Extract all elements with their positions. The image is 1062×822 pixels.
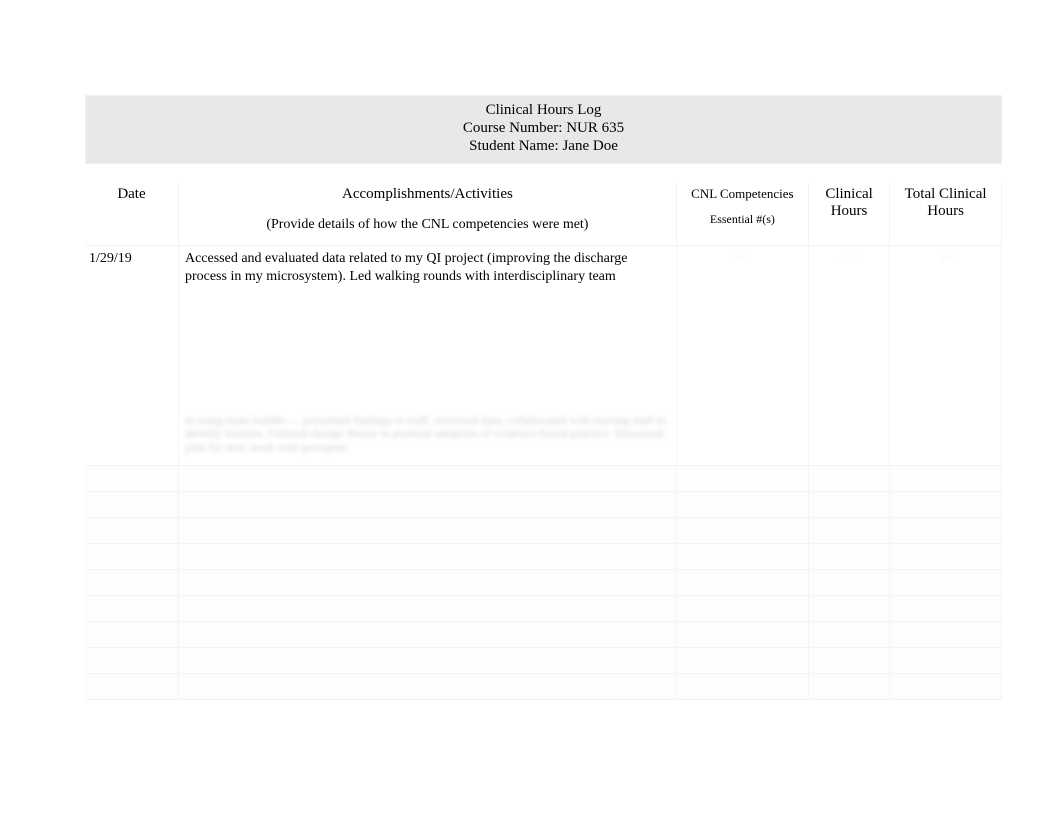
table-row-empty	[85, 570, 1002, 596]
col-header-cnl-sub: Essential #(s)	[683, 212, 802, 227]
cell-activities-blurred: in using team huddle — presented finding…	[185, 414, 670, 455]
col-header-activities-main: Accomplishments/Activities	[342, 186, 513, 202]
cell-clinical-hours: —	[808, 246, 889, 466]
cell-cnl: —	[676, 246, 808, 466]
cell-date: 1/29/19	[85, 246, 178, 466]
col-header-cnl: CNL Competencies Essential #(s)	[676, 182, 808, 246]
cell-activities: Accessed and evaluated data related to m…	[178, 246, 676, 466]
header-student: Student Name: Jane Doe	[86, 137, 1001, 155]
cell-activities-clear: Accessed and evaluated data related to m…	[185, 250, 670, 285]
table-row-empty	[85, 518, 1002, 544]
table-row-empty	[85, 648, 1002, 674]
col-header-total-clinical-hours: Total Clinical Hours	[890, 182, 1002, 246]
col-header-activities: Accomplishments/Activities (Provide deta…	[178, 182, 676, 246]
header-course: Course Number: NUR 635	[86, 119, 1001, 137]
table-row-empty	[85, 544, 1002, 570]
clinical-hours-table: Date Accomplishments/Activities (Provide…	[85, 182, 1002, 700]
header-title: Clinical Hours Log	[86, 101, 1001, 119]
table-row-empty	[85, 466, 1002, 492]
table-row: 1/29/19 Accessed and evaluated data rela…	[85, 246, 1002, 466]
col-header-clinical-hours: Clinical Hours	[808, 182, 889, 246]
log-header: Clinical Hours Log Course Number: NUR 63…	[85, 95, 1002, 164]
col-header-cnl-main: CNL Competencies	[691, 186, 793, 201]
table-row-empty	[85, 596, 1002, 622]
table-row-empty	[85, 674, 1002, 700]
table-header-row: Date Accomplishments/Activities (Provide…	[85, 182, 1002, 246]
table-row-empty	[85, 622, 1002, 648]
col-header-date: Date	[85, 182, 178, 246]
table-row-empty	[85, 492, 1002, 518]
cell-total-clinical-hours: —	[890, 246, 1002, 466]
col-header-activities-sub: (Provide details of how the CNL competen…	[185, 217, 670, 233]
